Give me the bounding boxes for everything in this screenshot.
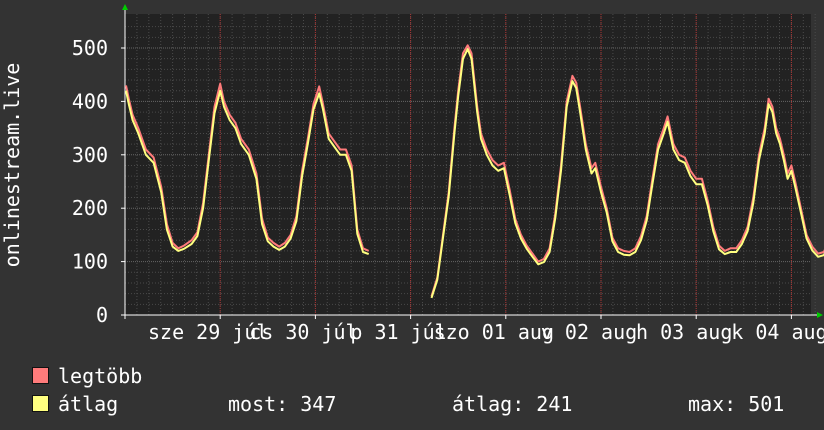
x-tick-labels: sze 29 júlcs 30 júlp 31 júlszo 01 augv 0… [148, 315, 824, 344]
legend-swatch-avg [32, 395, 49, 412]
x-tick-label: p 31 júl [350, 320, 446, 344]
y-tick-label: 0 [96, 303, 108, 327]
x-tick-label: cs 30 júl [249, 320, 357, 344]
y-tick-label: 200 [72, 196, 108, 220]
legend-row-avg: átlag most: 347 átlag: 241 max: 501 [32, 390, 812, 418]
x-tick-label: k 04 aug [731, 320, 824, 344]
x-axis-arrow [817, 312, 823, 318]
y-tick-label: 400 [72, 89, 108, 113]
x-tick-label: szo 01 aug [434, 320, 554, 344]
legend-row-max: legtöbb [32, 362, 812, 390]
x-tick-label: h 03 aug [636, 320, 732, 344]
stat-max: max: 501 [688, 392, 785, 416]
x-tick-label: v 02 aug [541, 320, 637, 344]
legend: legtöbb átlag most: 347 átlag: 241 max: … [32, 362, 812, 418]
legend-label-max: legtöbb [58, 364, 143, 388]
y-tick-label: 500 [72, 36, 108, 60]
y-axis-arrow [122, 4, 128, 10]
stat-now: most: 347 [228, 392, 337, 416]
legend-swatch-max [32, 367, 49, 384]
y-axis-label: onlinestream.live [0, 63, 24, 268]
y-tick-label: 100 [72, 250, 108, 274]
y-tick-label: 300 [72, 143, 108, 167]
legend-label-avg: átlag [58, 392, 119, 416]
y-tick-labels: 0 100 200 300 400 500 [72, 36, 125, 327]
stat-average: átlag: 241 [452, 392, 573, 416]
